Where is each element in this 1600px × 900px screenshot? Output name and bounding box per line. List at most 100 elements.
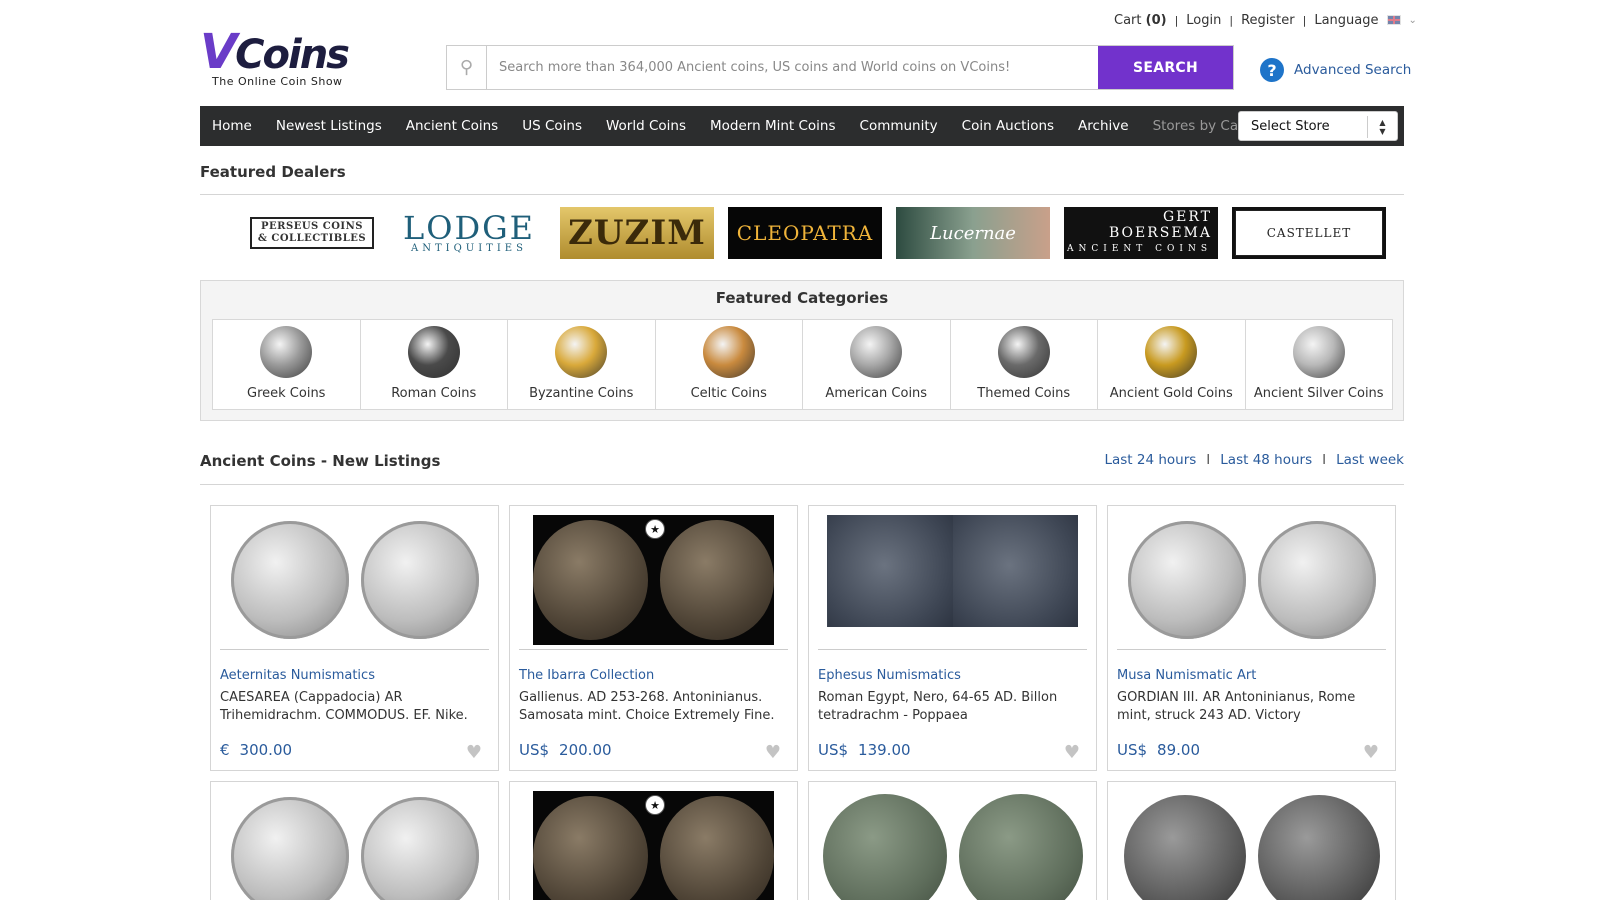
new-listings-title: Ancient Coins - New Listings [200, 452, 441, 470]
listing-card[interactable] [1107, 781, 1396, 900]
listing-dealer-link[interactable]: Musa Numismatic Art [1117, 668, 1256, 683]
category-label: American Coins [825, 386, 928, 401]
listing-dealer-link[interactable]: Aeternitas Numismatics [220, 668, 375, 683]
dealer-logo-cleopatra[interactable]: CLEOPATRA [728, 207, 882, 259]
coin-reverse-image [360, 521, 479, 639]
listing-description[interactable]: Roman Egypt, Nero, 64-65 AD. Billon tetr… [818, 689, 1087, 725]
search-bar: ⚲ SEARCH [446, 45, 1234, 90]
listing-dealer-link[interactable]: Ephesus Numismatics [818, 668, 961, 683]
category-american-coins[interactable]: American Coins [802, 319, 951, 410]
category-label: Celtic Coins [690, 386, 767, 401]
separator: | [1302, 13, 1307, 27]
listing-image[interactable] [827, 515, 1078, 627]
listing-price: US$ 139.00 [818, 741, 911, 759]
main-nav: Home Newest Listings Ancient Coins US Co… [200, 106, 1404, 146]
listing-image[interactable] [1117, 791, 1386, 900]
coin-obverse-image [230, 521, 349, 639]
listing-card[interactable] [210, 781, 499, 900]
listing-description[interactable]: CAESAREA (Cappadocia) AR Trihemidrachm. … [220, 689, 489, 725]
site-logo[interactable]: VCoins The Online Coin Show [200, 28, 360, 92]
filter-last-48-hours[interactable]: Last 48 hours [1220, 452, 1312, 468]
coin-thumbnail [850, 326, 903, 378]
register-link[interactable]: Register [1241, 13, 1295, 28]
dealer-logo-line: ANTIQUITIES [411, 242, 527, 254]
category-label: Byzantine Coins [529, 386, 634, 401]
coin-obverse-image [1127, 521, 1246, 639]
nav-home[interactable]: Home [212, 118, 252, 134]
dealer-logo-line: Lucernae [930, 222, 1016, 244]
nav-us-coins[interactable]: US Coins [522, 118, 582, 134]
search-button[interactable]: SEARCH [1098, 46, 1233, 89]
featured-categories-title: Featured Categories [715, 289, 889, 307]
dealer-logo-lucernae[interactable]: Lucernae [896, 207, 1050, 259]
divider [818, 649, 1087, 650]
price-amount: 89.00 [1157, 741, 1200, 759]
heart-icon[interactable]: ♥ [1064, 742, 1080, 763]
price-amount: 139.00 [858, 741, 911, 759]
filter-last-week[interactable]: Last week [1336, 452, 1404, 468]
category-byzantine-coins[interactable]: Byzantine Coins [507, 319, 656, 410]
price-currency: US$ [1117, 741, 1148, 759]
login-link[interactable]: Login [1186, 13, 1221, 28]
dealer-logo-castellet[interactable]: CASTELLET [1232, 207, 1386, 259]
category-label: Greek Coins [247, 386, 326, 401]
select-store-dropdown[interactable]: Select Store ▲ ▼ [1238, 111, 1398, 141]
search-input[interactable] [487, 46, 1098, 89]
help-question-icon: ? [1260, 58, 1284, 82]
coin-thumbnail [702, 326, 755, 378]
advanced-search-link[interactable]: ? Advanced Search [1260, 58, 1411, 82]
dealer-logo-line: CLEOPATRA [736, 221, 874, 245]
nav-coin-auctions[interactable]: Coin Auctions [962, 118, 1054, 134]
listing-card[interactable]: Aeternitas Numismatics CAESAREA (Cappado… [210, 505, 499, 771]
time-filters: Last 24 hours I Last 48 hours I Last wee… [1104, 452, 1404, 468]
coin-obverse-image [230, 797, 349, 900]
listing-description[interactable]: GORDIAN III. AR Antoninianus, Rome mint,… [1117, 689, 1386, 725]
dealer-logo-line: ZUZIM [568, 213, 706, 253]
up-down-arrow-icon: ▲ ▼ [1367, 116, 1397, 138]
collection-badge-icon: ★ [645, 519, 665, 539]
listing-image[interactable]: ★ [533, 515, 774, 645]
filter-last-24-hours[interactable]: Last 24 hours [1104, 452, 1196, 468]
category-roman-coins[interactable]: Roman Coins [359, 319, 508, 410]
dealer-logo-perseus[interactable]: PERSEUS COINS & COLLECTIBLES [224, 207, 378, 259]
listing-image[interactable]: ★ [533, 791, 774, 900]
dealer-logo-lodge[interactable]: LODGE ANTIQUITIES [392, 207, 546, 259]
listing-card[interactable]: ★ [509, 781, 798, 900]
chevron-down-icon[interactable]: ⌄ [1409, 15, 1417, 26]
category-ancient-silver-coins[interactable]: Ancient Silver Coins [1244, 319, 1393, 410]
heart-icon[interactable]: ♥ [466, 742, 482, 763]
listing-card[interactable]: Ephesus Numismatics Roman Egypt, Nero, 6… [808, 505, 1097, 771]
divider [1117, 649, 1386, 650]
listing-image[interactable] [1117, 515, 1386, 645]
nav-modern-mint-coins[interactable]: Modern Mint Coins [710, 118, 836, 134]
listing-image[interactable] [818, 791, 1087, 900]
nav-archive[interactable]: Archive [1078, 118, 1129, 134]
heart-icon[interactable]: ♥ [1363, 742, 1379, 763]
category-themed-coins[interactable]: Themed Coins [949, 319, 1098, 410]
listing-card[interactable]: ★ The Ibarra Collection Gallienus. AD 25… [509, 505, 798, 771]
listing-card[interactable]: Musa Numismatic Art GORDIAN III. AR Anto… [1107, 505, 1396, 771]
listing-description[interactable]: Gallienus. AD 253-268. Antoninianus. Sam… [519, 689, 788, 725]
select-store-value: Select Store [1251, 118, 1330, 134]
language-selector[interactable]: Language [1314, 13, 1378, 28]
uk-flag-icon[interactable] [1386, 15, 1401, 25]
listing-image[interactable] [220, 791, 489, 900]
nav-newest-listings[interactable]: Newest Listings [276, 118, 382, 134]
heart-icon[interactable]: ♥ [765, 742, 781, 763]
dealer-logo-zuzim[interactable]: ZUZIM [560, 207, 714, 259]
price-amount: 200.00 [559, 741, 612, 759]
coin-reverse-image [1257, 521, 1376, 639]
nav-ancient-coins[interactable]: Ancient Coins [406, 118, 498, 134]
listing-dealer-link[interactable]: The Ibarra Collection [519, 668, 654, 683]
listing-card[interactable] [808, 781, 1097, 900]
nav-community[interactable]: Community [860, 118, 938, 134]
listing-image[interactable] [220, 515, 489, 645]
category-ancient-gold-coins[interactable]: Ancient Gold Coins [1097, 319, 1246, 410]
coin-obverse-image [533, 796, 648, 900]
dealer-logo-gert-boersema[interactable]: GERT BOERSEMA ANCIENT COINS [1064, 207, 1218, 259]
category-celtic-coins[interactable]: Celtic Coins [654, 319, 803, 410]
cart-link[interactable]: Cart (0) [1114, 13, 1167, 28]
category-greek-coins[interactable]: Greek Coins [212, 319, 361, 410]
dealer-logo-text: CASTELLET [1235, 210, 1383, 256]
nav-world-coins[interactable]: World Coins [606, 118, 686, 134]
